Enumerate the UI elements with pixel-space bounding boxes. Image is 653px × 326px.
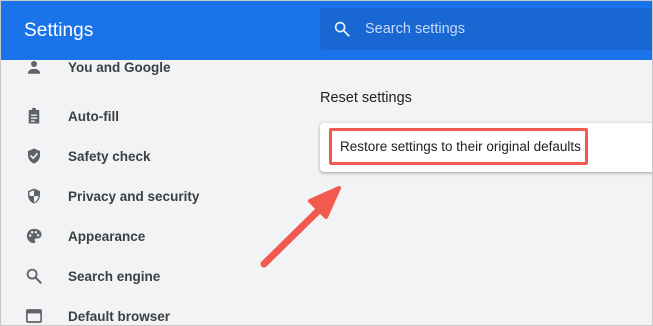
palette-icon [26, 228, 42, 244]
sidebar-item-default-browser[interactable]: Default browser [1, 298, 301, 325]
section-title-reset-settings: Reset settings [320, 90, 412, 106]
sidebar-item-label: Safety check [68, 149, 151, 164]
search-box[interactable] [320, 8, 652, 50]
sidebar-item-auto-fill[interactable]: Auto-fill [1, 98, 301, 138]
sidebar-item-label: Auto-fill [68, 109, 119, 124]
shield-check-icon [28, 148, 40, 164]
restore-defaults-row[interactable]: Restore settings to their original defau… [320, 123, 652, 172]
settings-window: Settings You and Google Auto-fill [0, 0, 653, 326]
sidebar-item-label: Search engine [68, 269, 161, 284]
restore-defaults-label: Restore settings to their original defau… [340, 139, 581, 154]
person-icon [28, 61, 40, 74]
top-app-bar: Settings [1, 1, 652, 60]
sidebar-item-safety-check[interactable]: Safety check [1, 138, 301, 178]
page-title: Settings [24, 20, 94, 41]
sidebar-item-label: Appearance [68, 229, 146, 244]
sidebar-item-you-and-google[interactable]: You and Google [1, 58, 301, 98]
annotation-arrow [260, 186, 341, 268]
magnifier-icon [26, 268, 42, 284]
sidebar-item-label: Default browser [68, 309, 171, 324]
search-input[interactable] [365, 8, 645, 50]
sidebar-item-label: You and Google [68, 60, 171, 75]
sidebar-item-label: Privacy and security [68, 189, 200, 204]
shield-half-icon [28, 188, 40, 204]
clipboard-icon [28, 107, 40, 124]
search-icon[interactable] [333, 20, 351, 38]
browser-window-icon [26, 309, 42, 323]
